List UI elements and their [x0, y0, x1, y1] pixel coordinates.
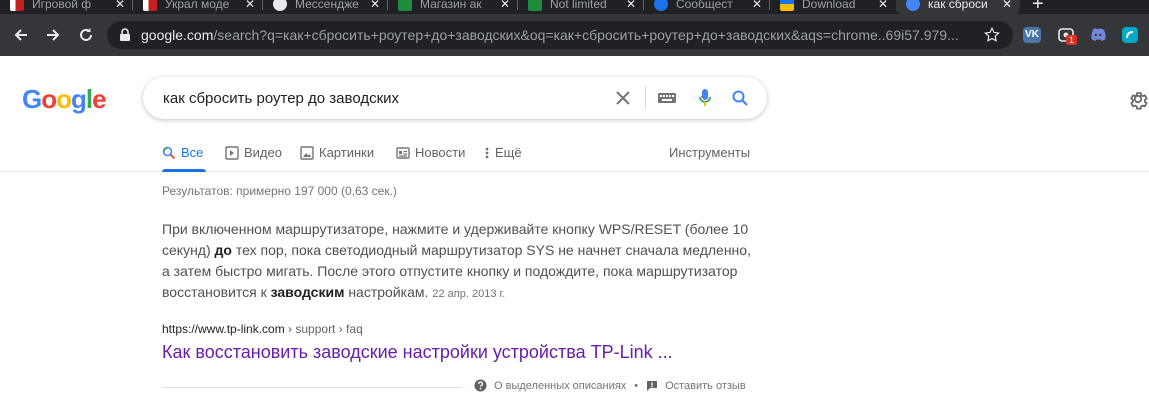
- browser-tab[interactable]: Украл моде ✕: [133, 0, 263, 14]
- microphone-icon: [699, 89, 711, 106]
- more-vertical-icon: [484, 146, 490, 160]
- clear-button[interactable]: [613, 88, 633, 108]
- extension-badge: 1: [1066, 35, 1078, 45]
- send-feedback-link[interactable]: Оставить отзыв: [665, 380, 746, 392]
- browser-tab[interactable]: Download ✕: [770, 0, 896, 14]
- tab-favicon-icon: [10, 0, 24, 11]
- keyboard-button[interactable]: [657, 88, 677, 108]
- snippet-feedback-bar: О выделенных описаниях • Оставить отзыв: [474, 379, 746, 392]
- tab-favicon-icon: [398, 0, 412, 11]
- discord-extension-icon[interactable]: [1088, 25, 1108, 45]
- browser-tab[interactable]: Мессендже ✕: [263, 0, 388, 14]
- browser-tab[interactable]: Магазин ак ✕: [388, 0, 518, 14]
- browser-tab[interactable]: Not limited ✕: [518, 0, 644, 14]
- tab-close-icon[interactable]: ✕: [370, 0, 380, 11]
- tab-favicon-icon: [143, 0, 157, 11]
- address-bar[interactable]: google.com/search?q=как+сбросить+роутер+…: [107, 21, 1013, 49]
- tab-strip: Игровой ф ✕ Украл моде ✕ Мессендже ✕ Маг…: [0, 0, 1149, 14]
- keyboard-icon: [658, 93, 676, 103]
- featured-snippet: При включенном маршрутизаторе, нажмите и…: [162, 221, 751, 300]
- search-icon: [732, 90, 748, 106]
- tab-close-icon[interactable]: ✕: [115, 0, 125, 11]
- result-title-link[interactable]: Как восстановить заводские настройки уст…: [162, 342, 673, 363]
- tab-all[interactable]: Все: [162, 145, 203, 160]
- image-icon: [300, 145, 314, 160]
- news-icon: [396, 146, 410, 160]
- lock-icon: [120, 28, 130, 41]
- browser-toolbar: google.com/search?q=как+сбросить+роутер+…: [0, 14, 1149, 56]
- settings-button[interactable]: [1127, 88, 1149, 115]
- tab-close-icon[interactable]: ✕: [752, 0, 762, 11]
- snippet-divider: [162, 387, 462, 388]
- url-text[interactable]: google.com/search?q=как+сбросить+роутер+…: [141, 27, 979, 43]
- browser-tab-active[interactable]: как сброси ✕: [896, 0, 1020, 14]
- google-logo[interactable]: Google: [22, 84, 107, 115]
- tab-more[interactable]: Ещё: [484, 145, 522, 160]
- search-icon: [162, 146, 176, 160]
- about-snippets-link[interactable]: О выделенных описаниях: [494, 380, 626, 392]
- tab-favicon-icon: [906, 0, 920, 11]
- extension-with-badge-icon[interactable]: 1: [1056, 25, 1078, 45]
- new-tab-icon[interactable]: +: [1032, 0, 1044, 14]
- search-box[interactable]: как сбросить роутер до заводских: [143, 77, 767, 119]
- bookmark-star-icon[interactable]: [983, 26, 1001, 44]
- arrow-right-icon: [47, 29, 60, 41]
- vk-extension-icon[interactable]: VK: [1022, 25, 1042, 45]
- tab-favicon-icon: [780, 0, 794, 11]
- tab-favicon-icon: [654, 0, 668, 11]
- tab-favicon-icon: [528, 0, 542, 11]
- result-cite[interactable]: https://www.tp-link.com › support › faq: [162, 322, 363, 336]
- tab-close-icon[interactable]: ✕: [626, 0, 636, 11]
- browser-tab[interactable]: Сообщест ✕: [644, 0, 770, 14]
- reload-button[interactable]: [73, 22, 99, 48]
- search-nav-tabs: Все Видео Картинки Новости Ещё Инструмен…: [0, 136, 1149, 172]
- forward-button[interactable]: [40, 22, 66, 48]
- tab-close-icon[interactable]: ✕: [878, 0, 888, 11]
- feedback-icon: [646, 380, 658, 392]
- snippet-date: 22 апр. 2013 г.: [432, 288, 506, 300]
- help-icon: [474, 379, 487, 392]
- arrow-left-icon: [14, 29, 27, 41]
- tab-close-icon[interactable]: ✕: [245, 0, 255, 11]
- search-input[interactable]: как сбросить роутер до заводских: [163, 90, 399, 107]
- gear-icon: [1130, 92, 1148, 110]
- tab-close-icon[interactable]: ✕: [500, 0, 510, 11]
- tab-video[interactable]: Видео: [225, 145, 282, 160]
- result-stats: Результатов: примерно 197 000 (0,63 сек.…: [162, 184, 397, 198]
- voice-search-button[interactable]: [695, 88, 715, 108]
- app-icon: [1122, 27, 1138, 43]
- reload-icon: [80, 28, 92, 41]
- back-button[interactable]: [8, 22, 34, 48]
- tab-news[interactable]: Новости: [396, 145, 465, 160]
- discord-icon: [1091, 28, 1106, 41]
- app-extension-icon[interactable]: [1120, 25, 1140, 45]
- search-divider: [645, 86, 646, 110]
- close-icon: [616, 91, 630, 105]
- tools-button[interactable]: Инструменты: [669, 145, 750, 160]
- play-icon: [225, 145, 239, 160]
- search-button[interactable]: [730, 88, 750, 108]
- tab-favicon-icon: [273, 0, 287, 11]
- tab-images[interactable]: Картинки: [300, 145, 374, 160]
- browser-tab[interactable]: Игровой ф ✕: [0, 0, 133, 14]
- active-tab-indicator: [162, 169, 206, 172]
- tab-close-icon[interactable]: ✕: [1002, 0, 1012, 11]
